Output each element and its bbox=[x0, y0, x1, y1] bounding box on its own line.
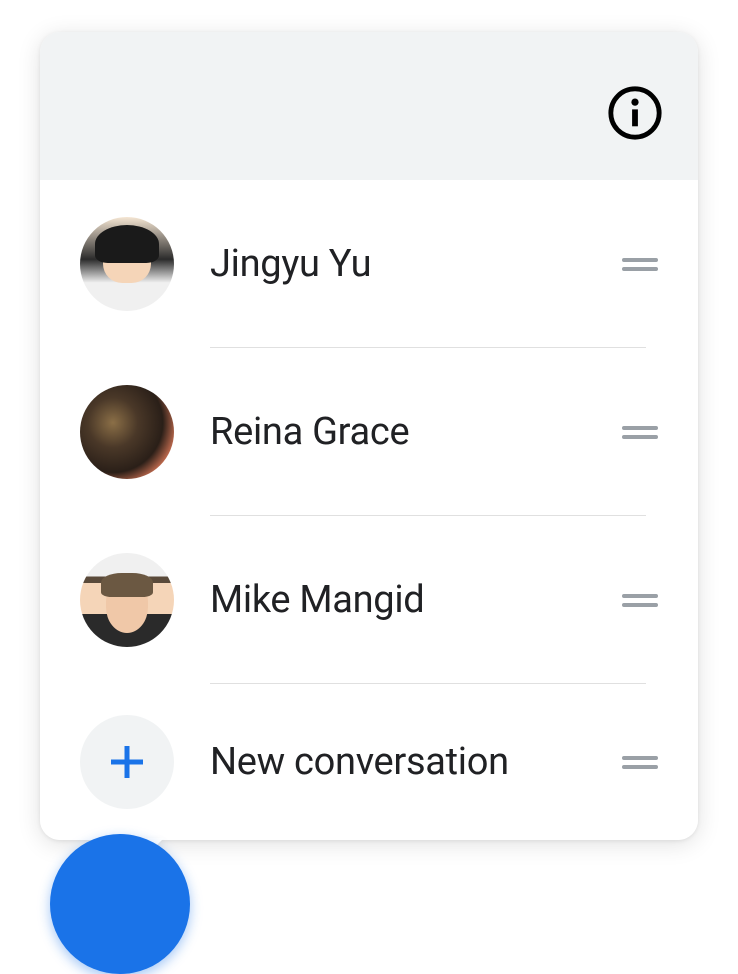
avatar bbox=[80, 385, 174, 479]
conversation-list: Jingyu Yu Reina Grace bbox=[40, 180, 698, 840]
new-conversation-label: New conversation bbox=[210, 740, 509, 784]
drag-handle-icon[interactable] bbox=[622, 594, 658, 607]
conversation-content: Jingyu Yu bbox=[210, 180, 606, 348]
info-button[interactable] bbox=[606, 84, 664, 142]
conversation-item[interactable]: Reina Grace bbox=[40, 348, 698, 516]
conversation-item[interactable]: Jingyu Yu bbox=[40, 180, 698, 348]
fab-button[interactable] bbox=[50, 834, 190, 974]
conversation-name: Jingyu Yu bbox=[210, 242, 371, 286]
popup-header bbox=[40, 32, 698, 180]
plus-icon bbox=[103, 738, 151, 786]
drag-handle-icon[interactable] bbox=[622, 258, 658, 271]
conversation-item[interactable]: Mike Mangid bbox=[40, 516, 698, 684]
drag-handle-icon[interactable] bbox=[622, 426, 658, 439]
drag-handle-icon[interactable] bbox=[622, 756, 658, 769]
conversation-content: Reina Grace bbox=[210, 348, 606, 516]
conversation-content: New conversation bbox=[210, 684, 606, 840]
new-conversation-item[interactable]: New conversation bbox=[40, 684, 698, 840]
avatar bbox=[80, 217, 174, 311]
popup-inner: Jingyu Yu Reina Grace bbox=[40, 32, 698, 840]
add-avatar bbox=[80, 715, 174, 809]
conversation-name: Mike Mangid bbox=[210, 578, 424, 622]
conversation-popup: Jingyu Yu Reina Grace bbox=[40, 32, 698, 840]
info-icon bbox=[606, 84, 664, 142]
conversation-content: Mike Mangid bbox=[210, 516, 606, 684]
conversation-name: Reina Grace bbox=[210, 410, 409, 454]
avatar bbox=[80, 553, 174, 647]
